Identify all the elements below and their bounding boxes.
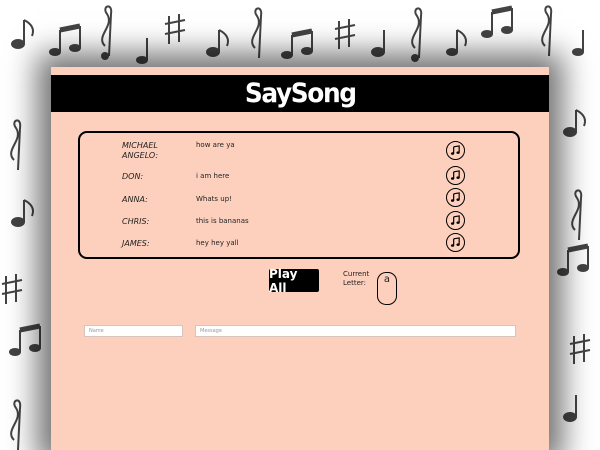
music-note-icon	[450, 215, 460, 225]
message-text: how are ya	[196, 141, 235, 149]
name-input[interactable]	[84, 325, 183, 337]
music-note-icon	[450, 170, 460, 180]
list-item: JAMES: hey hey yall	[80, 233, 518, 261]
music-note-icon	[450, 145, 460, 155]
music-note-icon	[450, 237, 460, 247]
sender-name: JAMES:	[122, 239, 150, 248]
message-text: this is bananas	[196, 217, 249, 225]
play-all-button[interactable]: Play All	[269, 267, 319, 295]
sender-name: CHRIS:	[122, 217, 150, 226]
play-message-button[interactable]	[446, 233, 465, 252]
sender-name: DON:	[122, 172, 144, 181]
chat-card: SaySong MICHAEL ANGELO: how are ya DON: …	[51, 67, 549, 450]
message-text: Whats up!	[196, 195, 232, 203]
sender-name: MICHAEL ANGELO:	[122, 141, 159, 160]
message-input[interactable]	[195, 325, 516, 337]
message-text: hey hey yall	[196, 239, 239, 247]
list-item: MICHAEL ANGELO: how are ya	[80, 141, 518, 163]
message-text: i am here	[196, 172, 230, 180]
current-letter-value: a	[377, 272, 397, 305]
play-message-button[interactable]	[446, 211, 465, 230]
play-message-button[interactable]	[446, 141, 465, 160]
app-header: SaySong	[51, 75, 549, 112]
sender-name: ANNA:	[122, 195, 148, 204]
play-message-button[interactable]	[446, 166, 465, 185]
music-note-icon	[450, 192, 460, 202]
play-message-button[interactable]	[446, 188, 465, 207]
message-list: MICHAEL ANGELO: how are ya DON: i am her…	[78, 131, 520, 259]
app-title: SaySong	[244, 78, 357, 109]
